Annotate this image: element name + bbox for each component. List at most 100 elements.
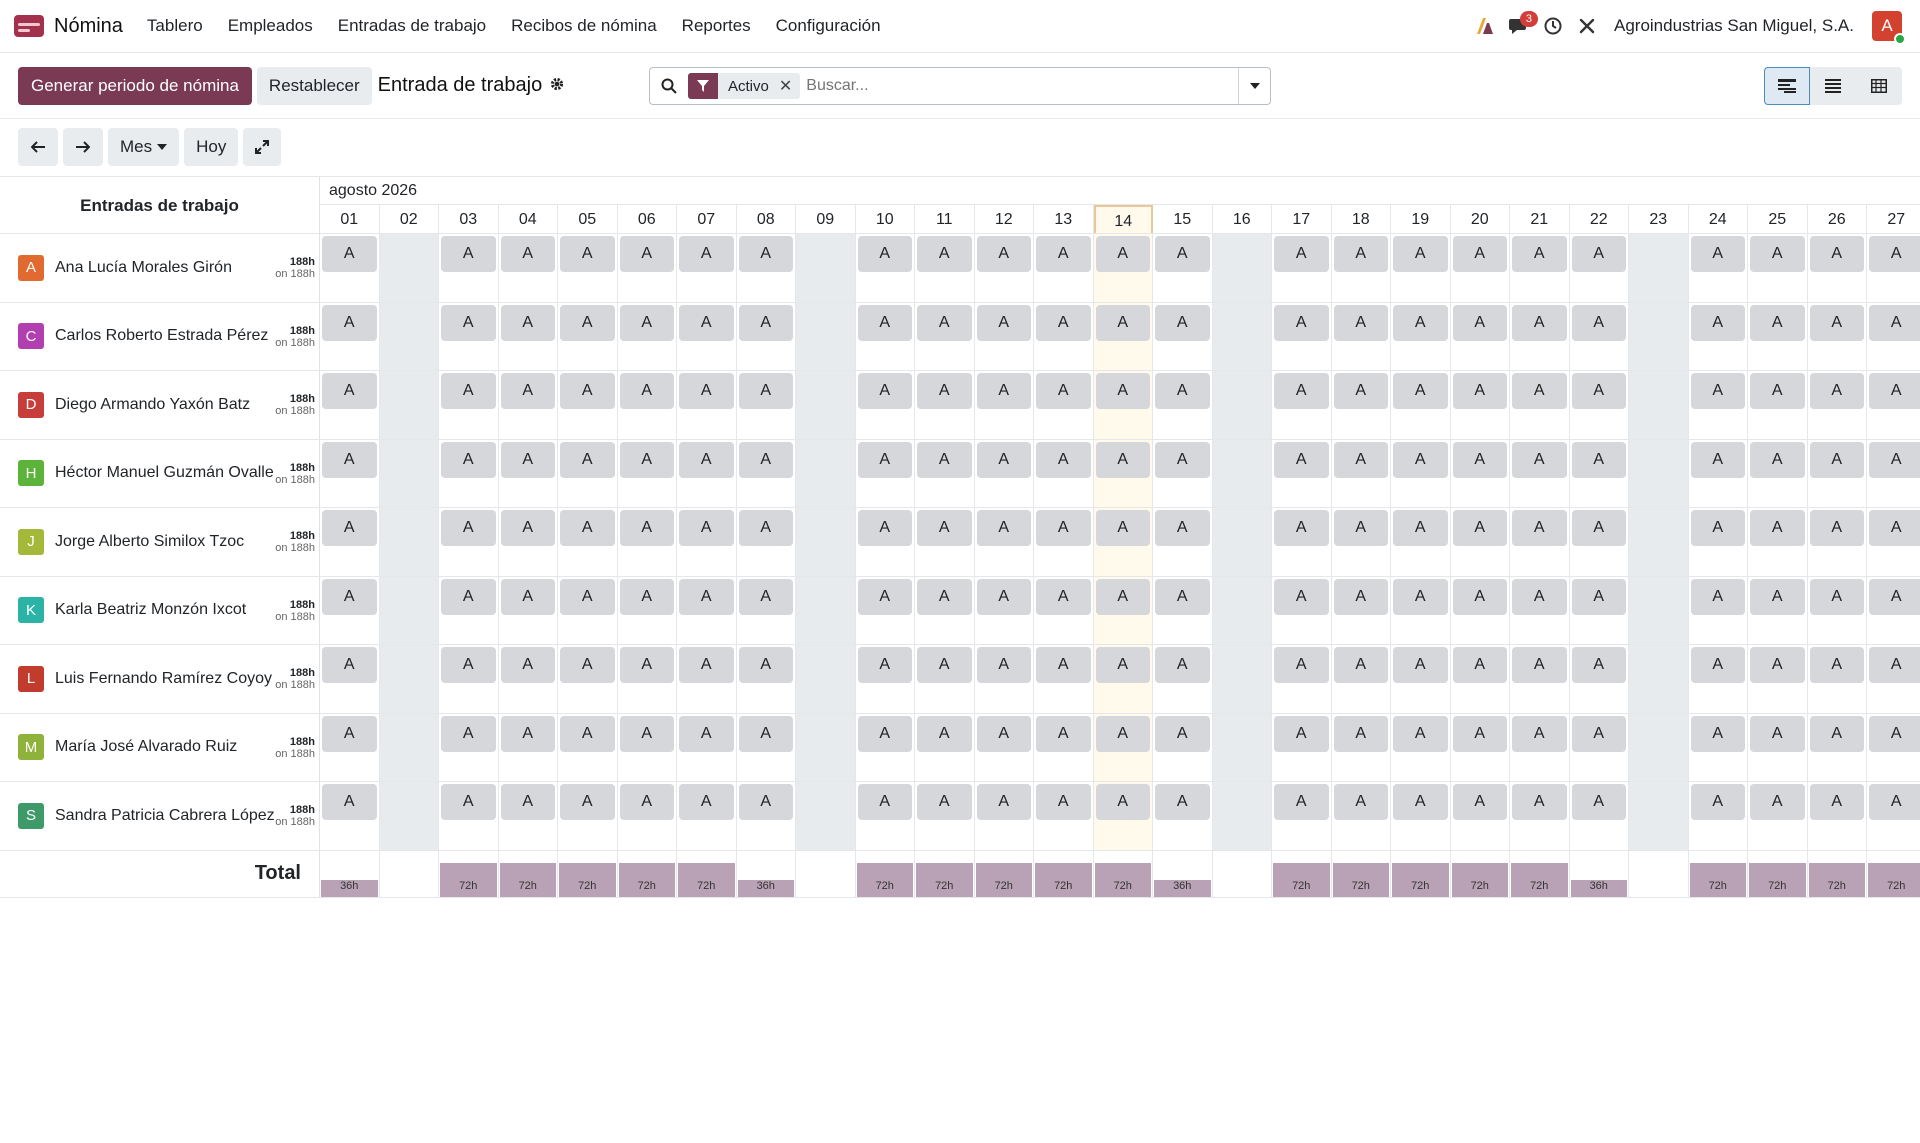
gantt-cell[interactable]: A	[1510, 371, 1570, 439]
company-switcher[interactable]: Agroindustrias San Miguel, S.A.	[1614, 16, 1854, 36]
work-entry-pill[interactable]: A	[1690, 715, 1745, 752]
work-entry-pill[interactable]: A	[1809, 715, 1864, 752]
gantt-cell[interactable]: A	[618, 576, 677, 644]
work-entry-pill[interactable]: A	[738, 578, 793, 615]
gantt-cell[interactable]: A	[1451, 508, 1510, 576]
work-entry-pill[interactable]: A	[1869, 647, 1920, 683]
gantt-cell[interactable]: A	[1748, 713, 1808, 781]
gantt-cell[interactable]: A	[499, 439, 558, 507]
work-entry-pill[interactable]: A	[1095, 304, 1150, 341]
gantt-cell[interactable]: A	[439, 645, 499, 713]
work-entry-pill[interactable]: A	[679, 236, 734, 272]
work-entry-pill[interactable]: A	[679, 373, 734, 409]
gantt-cell[interactable]: A	[439, 508, 499, 576]
gantt-cell[interactable]: A	[1391, 576, 1451, 644]
gantt-cell[interactable]: A	[1391, 508, 1451, 576]
gantt-cell[interactable]: A	[1153, 576, 1213, 644]
work-entry-pill[interactable]: A	[1750, 441, 1805, 478]
gantt-cell[interactable]	[796, 371, 856, 439]
work-entry-pill[interactable]: A	[1393, 647, 1448, 683]
gantt-cell[interactable]: A	[1748, 439, 1808, 507]
work-entry-pill[interactable]: A	[560, 510, 615, 546]
work-entry-pill[interactable]: A	[1690, 647, 1745, 683]
gantt-cell[interactable]: A	[1332, 508, 1391, 576]
gantt-cell[interactable]: A	[320, 576, 380, 644]
gantt-cell[interactable]: A	[1332, 439, 1391, 507]
work-entry-pill[interactable]: A	[976, 304, 1031, 341]
work-entry-pill[interactable]: A	[917, 236, 972, 272]
work-entry-pill[interactable]: A	[917, 373, 972, 409]
gantt-cell[interactable]	[796, 234, 856, 302]
gantt-cell[interactable]: A	[1034, 234, 1094, 302]
gantt-cell[interactable]: A	[558, 782, 618, 850]
gantt-cell[interactable]: A	[1391, 371, 1451, 439]
gantt-cell[interactable]: A	[1510, 302, 1570, 370]
work-entry-pill[interactable]: A	[1452, 304, 1507, 341]
gantt-cell[interactable]: A	[1272, 508, 1332, 576]
work-entry-pill[interactable]: A	[738, 236, 793, 272]
gantt-cell[interactable]: A	[1391, 439, 1451, 507]
work-entry-pill[interactable]: A	[738, 373, 793, 409]
gantt-cell[interactable]: A	[737, 576, 796, 644]
work-entry-pill[interactable]: A	[1869, 373, 1920, 409]
gantt-cell[interactable]: A	[1570, 234, 1629, 302]
work-entry-pill[interactable]: A	[1512, 236, 1567, 272]
gantt-cell[interactable]: A	[1510, 576, 1570, 644]
gantt-cell[interactable]: A	[558, 234, 618, 302]
work-entry-pill[interactable]: A	[500, 578, 555, 615]
gantt-cell[interactable]: A	[1272, 234, 1332, 302]
gantt-cell[interactable]: A	[975, 508, 1034, 576]
generate-payroll-period-button[interactable]: Generar periodo de nómina	[18, 66, 252, 105]
gantt-cell[interactable]: A	[737, 508, 796, 576]
gantt-cell[interactable]: A	[1570, 371, 1629, 439]
gantt-cell[interactable]: A	[975, 371, 1034, 439]
work-entry-pill[interactable]: A	[1333, 715, 1388, 752]
work-entry-pill[interactable]: A	[322, 236, 377, 272]
gantt-cell[interactable]	[1629, 576, 1689, 644]
work-entry-pill[interactable]: A	[1155, 784, 1210, 820]
gantt-cell[interactable]	[1629, 439, 1689, 507]
gantt-cell[interactable]: A	[1034, 782, 1094, 850]
gantt-cell[interactable]: A	[1391, 645, 1451, 713]
gantt-cell[interactable]: A	[1093, 713, 1153, 781]
work-entry-pill[interactable]: A	[441, 373, 496, 409]
gantt-cell[interactable]: A	[1689, 782, 1748, 850]
work-entry-pill[interactable]: A	[1809, 236, 1864, 272]
gantt-cell[interactable]: A	[558, 302, 618, 370]
work-entry-pill[interactable]: A	[679, 715, 734, 752]
work-entry-pill[interactable]: A	[917, 578, 972, 615]
gantt-cell[interactable]: A	[1808, 713, 1867, 781]
work-entry-pill[interactable]: A	[1512, 304, 1567, 341]
gantt-cell[interactable]: A	[439, 439, 499, 507]
gantt-cell[interactable]: A	[1451, 645, 1510, 713]
scale-dropdown[interactable]: Mes	[108, 128, 180, 166]
gantt-cell[interactable]	[1212, 645, 1272, 713]
work-entry-pill[interactable]: A	[1869, 236, 1920, 272]
gantt-cell[interactable]: A	[1153, 439, 1213, 507]
work-entry-pill[interactable]: A	[1036, 236, 1091, 272]
work-entry-pill[interactable]: A	[1452, 373, 1507, 409]
work-entry-pill[interactable]: A	[1452, 236, 1507, 272]
gantt-cell[interactable]	[379, 645, 439, 713]
work-entry-pill[interactable]: A	[1452, 510, 1507, 546]
work-entry-pill[interactable]: A	[857, 236, 912, 272]
pivot-view-button[interactable]	[1856, 67, 1902, 105]
gantt-cell[interactable]: A	[1391, 302, 1451, 370]
gantt-cell[interactable]: A	[1808, 439, 1867, 507]
gantt-cell[interactable]	[796, 645, 856, 713]
gantt-cell[interactable]: A	[499, 645, 558, 713]
work-entry-pill[interactable]: A	[619, 304, 674, 341]
gantt-cell[interactable]: A	[1570, 782, 1629, 850]
work-entry-pill[interactable]: A	[1095, 236, 1150, 272]
work-entry-pill[interactable]: A	[1571, 578, 1626, 615]
work-entry-pill[interactable]: A	[322, 373, 377, 409]
menu-entradas-de-trabajo[interactable]: Entradas de trabajo	[338, 16, 486, 36]
work-entry-pill[interactable]: A	[1809, 373, 1864, 409]
gantt-cell[interactable]	[1629, 713, 1689, 781]
gantt-cell[interactable]: A	[856, 508, 915, 576]
gantt-cell[interactable]: A	[1093, 371, 1153, 439]
gantt-cell[interactable]: A	[856, 645, 915, 713]
search-options-toggle[interactable]	[1238, 68, 1270, 104]
work-entry-pill[interactable]: A	[1036, 784, 1091, 820]
gantt-cell[interactable]: A	[1451, 371, 1510, 439]
